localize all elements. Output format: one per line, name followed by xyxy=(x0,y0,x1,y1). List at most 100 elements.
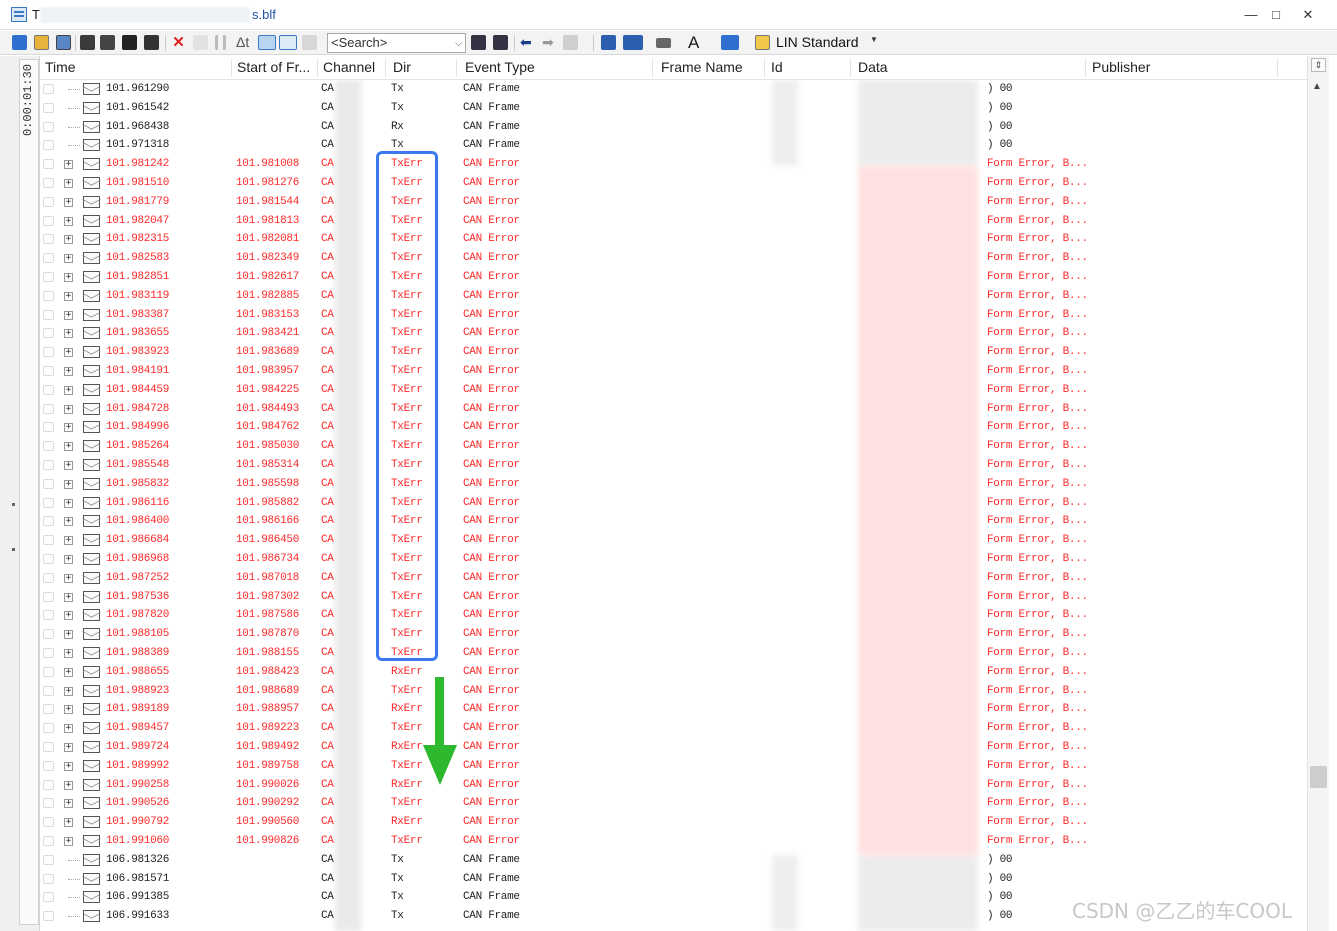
column-dir[interactable]: Dir xyxy=(393,59,411,75)
clear-icon[interactable] xyxy=(193,35,208,50)
maximize-button[interactable]: □ xyxy=(1265,5,1287,25)
table-row[interactable]: +101.982315 101.982081 CA TxErr CAN Error For… xyxy=(40,230,1307,249)
bookmark-flag-icon[interactable] xyxy=(43,516,54,527)
delta-time-icon[interactable]: Δt xyxy=(236,35,256,50)
bookmark-flag-icon[interactable] xyxy=(43,685,54,696)
splitter-grip[interactable] xyxy=(12,503,15,506)
lin-dropdown-icon[interactable]: ▼ xyxy=(870,35,878,44)
bookmark-flag-icon[interactable] xyxy=(43,742,54,752)
search-dropdown-icon[interactable]: ⌵ xyxy=(455,34,462,52)
bookmark-flag-icon[interactable] xyxy=(43,178,54,188)
close-button[interactable]: ✕ xyxy=(1297,5,1319,25)
column-start-of-frame[interactable]: Start of Fr... xyxy=(237,59,310,75)
table-row[interactable]: +101.990526 101.990292 CA TxErr CAN Error For… xyxy=(40,794,1307,813)
expand-icon[interactable]: + xyxy=(64,179,73,188)
scroll-up-icon[interactable]: ▲ xyxy=(1312,81,1322,92)
column-separator[interactable] xyxy=(850,59,851,77)
bookmark-flag-icon[interactable] xyxy=(43,328,54,339)
expand-icon[interactable]: + xyxy=(64,517,73,527)
table-row[interactable]: +101.985832 101.985598 CA TxErr CAN Error For… xyxy=(40,475,1307,494)
table-row[interactable]: +101.991060 101.990826 CA TxErr CAN Error For… xyxy=(40,832,1307,851)
expand-icon[interactable]: + xyxy=(64,498,73,508)
expand-icon[interactable]: + xyxy=(64,555,73,564)
expand-icon[interactable]: + xyxy=(64,404,73,414)
bookmark-flag-icon[interactable] xyxy=(43,629,54,640)
database-icon[interactable] xyxy=(601,35,616,50)
overwrite-icon[interactable] xyxy=(258,35,276,50)
table-row[interactable]: +101.983923 101.983689 CA TxErr CAN Error For… xyxy=(40,343,1307,362)
expand-icon[interactable]: + xyxy=(64,329,73,339)
binoculars-icon[interactable] xyxy=(144,35,159,50)
export-icon[interactable] xyxy=(56,35,71,50)
marker-icon[interactable] xyxy=(563,35,578,50)
expand-icon[interactable]: + xyxy=(64,799,73,809)
expand-icon[interactable]: + xyxy=(64,160,73,170)
expand-icon[interactable]: + xyxy=(64,216,73,226)
find-next-icon[interactable] xyxy=(493,35,508,50)
bookmark-flag-icon[interactable] xyxy=(43,234,54,245)
scroll-thumb[interactable] xyxy=(1310,766,1327,788)
expand-icon[interactable]: + xyxy=(64,780,73,790)
lin-standard-label[interactable]: LIN Standard xyxy=(776,34,859,50)
table-row[interactable]: +101.988923 101.988689 CA TxErr CAN Error For… xyxy=(40,682,1307,701)
expand-icon[interactable]: + xyxy=(64,423,73,433)
table-row[interactable]: +101.981510 101.981276 CA TxErr CAN Error For… xyxy=(40,174,1307,193)
expand-icon[interactable]: + xyxy=(64,536,73,546)
table-row[interactable]: +101.985548 101.985314 CA TxErr CAN Error For… xyxy=(40,456,1307,475)
table-row[interactable]: +101.984728 101.984493 CA TxErr CAN Error For… xyxy=(40,400,1307,419)
column-time[interactable]: Time xyxy=(45,59,76,75)
expand-icon[interactable]: + xyxy=(64,724,73,734)
next-icon[interactable]: ➡ xyxy=(542,35,557,50)
table-row[interactable]: +101.987252 101.987018 CA TxErr CAN Error For… xyxy=(40,569,1307,588)
bookmark-flag-icon[interactable] xyxy=(43,798,54,809)
table-row[interactable]: +101.987536 101.987302 CA TxErr CAN Error For… xyxy=(40,588,1307,607)
table-row[interactable]: +101.990258 101.990026 CA RxErr CAN Error For… xyxy=(40,776,1307,795)
expand-icon[interactable]: + xyxy=(64,197,73,207)
expand-icon[interactable]: + xyxy=(64,385,73,395)
expand-icon[interactable]: + xyxy=(64,649,73,658)
table-row[interactable]: 106.981571 CA Tx CAN Frame) 00 xyxy=(40,870,1307,889)
bookmark-flag-icon[interactable] xyxy=(43,817,54,828)
column-chooser-icon[interactable]: ⇕ xyxy=(1311,58,1326,72)
find-prev-icon[interactable] xyxy=(471,35,486,50)
bookmark-flag-icon[interactable] xyxy=(43,704,54,715)
table-row[interactable]: +101.989189 101.988957 CA RxErr CAN Error For… xyxy=(40,700,1307,719)
column-separator[interactable] xyxy=(317,59,318,77)
expand-icon[interactable]: + xyxy=(64,442,73,452)
vertical-scrollbar[interactable]: ⇕ ▲ xyxy=(1307,56,1329,931)
bookmark-flag-icon[interactable] xyxy=(43,347,54,358)
expand-icon[interactable]: + xyxy=(64,479,73,489)
bookmark-flag-icon[interactable] xyxy=(43,854,54,865)
expand-icon[interactable]: + xyxy=(64,592,73,602)
table-row[interactable]: +101.986968 101.986734 CA TxErr CAN Error For… xyxy=(40,550,1307,569)
column-channel[interactable]: Channel xyxy=(323,59,375,75)
bookmark-flag-icon[interactable] xyxy=(43,723,54,734)
column-separator[interactable] xyxy=(764,59,765,77)
bookmark-flag-icon[interactable] xyxy=(43,196,54,207)
table-row[interactable]: +101.983119 101.982885 CA TxErr CAN Error For… xyxy=(40,287,1307,306)
table-row[interactable]: +101.984996 101.984762 CA TxErr CAN Error For… xyxy=(40,418,1307,437)
expand-icon[interactable]: + xyxy=(64,630,73,640)
table-row[interactable]: +101.983655 101.983421 CA TxErr CAN Error For… xyxy=(40,324,1307,343)
table-row[interactable]: +101.984191 101.983957 CA TxErr CAN Error For… xyxy=(40,362,1307,381)
bookmark-flag-icon[interactable] xyxy=(43,666,54,677)
bookmark-flag-icon[interactable] xyxy=(43,610,54,621)
filter-apply-icon[interactable] xyxy=(122,35,137,50)
column-publisher[interactable]: Publisher xyxy=(1092,59,1150,75)
bookmark-flag-icon[interactable] xyxy=(43,892,54,903)
bookmark-flag-icon[interactable] xyxy=(43,554,54,564)
columns-format-icon[interactable] xyxy=(656,38,671,48)
bookmark-flag-icon[interactable] xyxy=(43,441,54,452)
filter-icon[interactable] xyxy=(80,35,95,50)
table-row[interactable]: +101.988655 101.988423 CA RxErr CAN Error For… xyxy=(40,663,1307,682)
expand-icon[interactable]: + xyxy=(64,667,73,677)
table-row[interactable]: +101.989457 101.989223 CA TxErr CAN Error For… xyxy=(40,719,1307,738)
expand-icon[interactable]: + xyxy=(64,818,73,828)
time-axis[interactable]: 0:00:01:30 xyxy=(19,59,39,925)
online-icon[interactable] xyxy=(12,35,27,50)
bookmark-flag-icon[interactable] xyxy=(43,460,54,470)
layout-icon[interactable] xyxy=(623,35,643,50)
bookmark-flag-icon[interactable] xyxy=(43,478,54,489)
table-row[interactable]: +101.989992 101.989758 CA TxErr CAN Error For… xyxy=(40,757,1307,776)
table-row[interactable]: +101.986400 101.986166 CA TxErr CAN Error For… xyxy=(40,512,1307,531)
